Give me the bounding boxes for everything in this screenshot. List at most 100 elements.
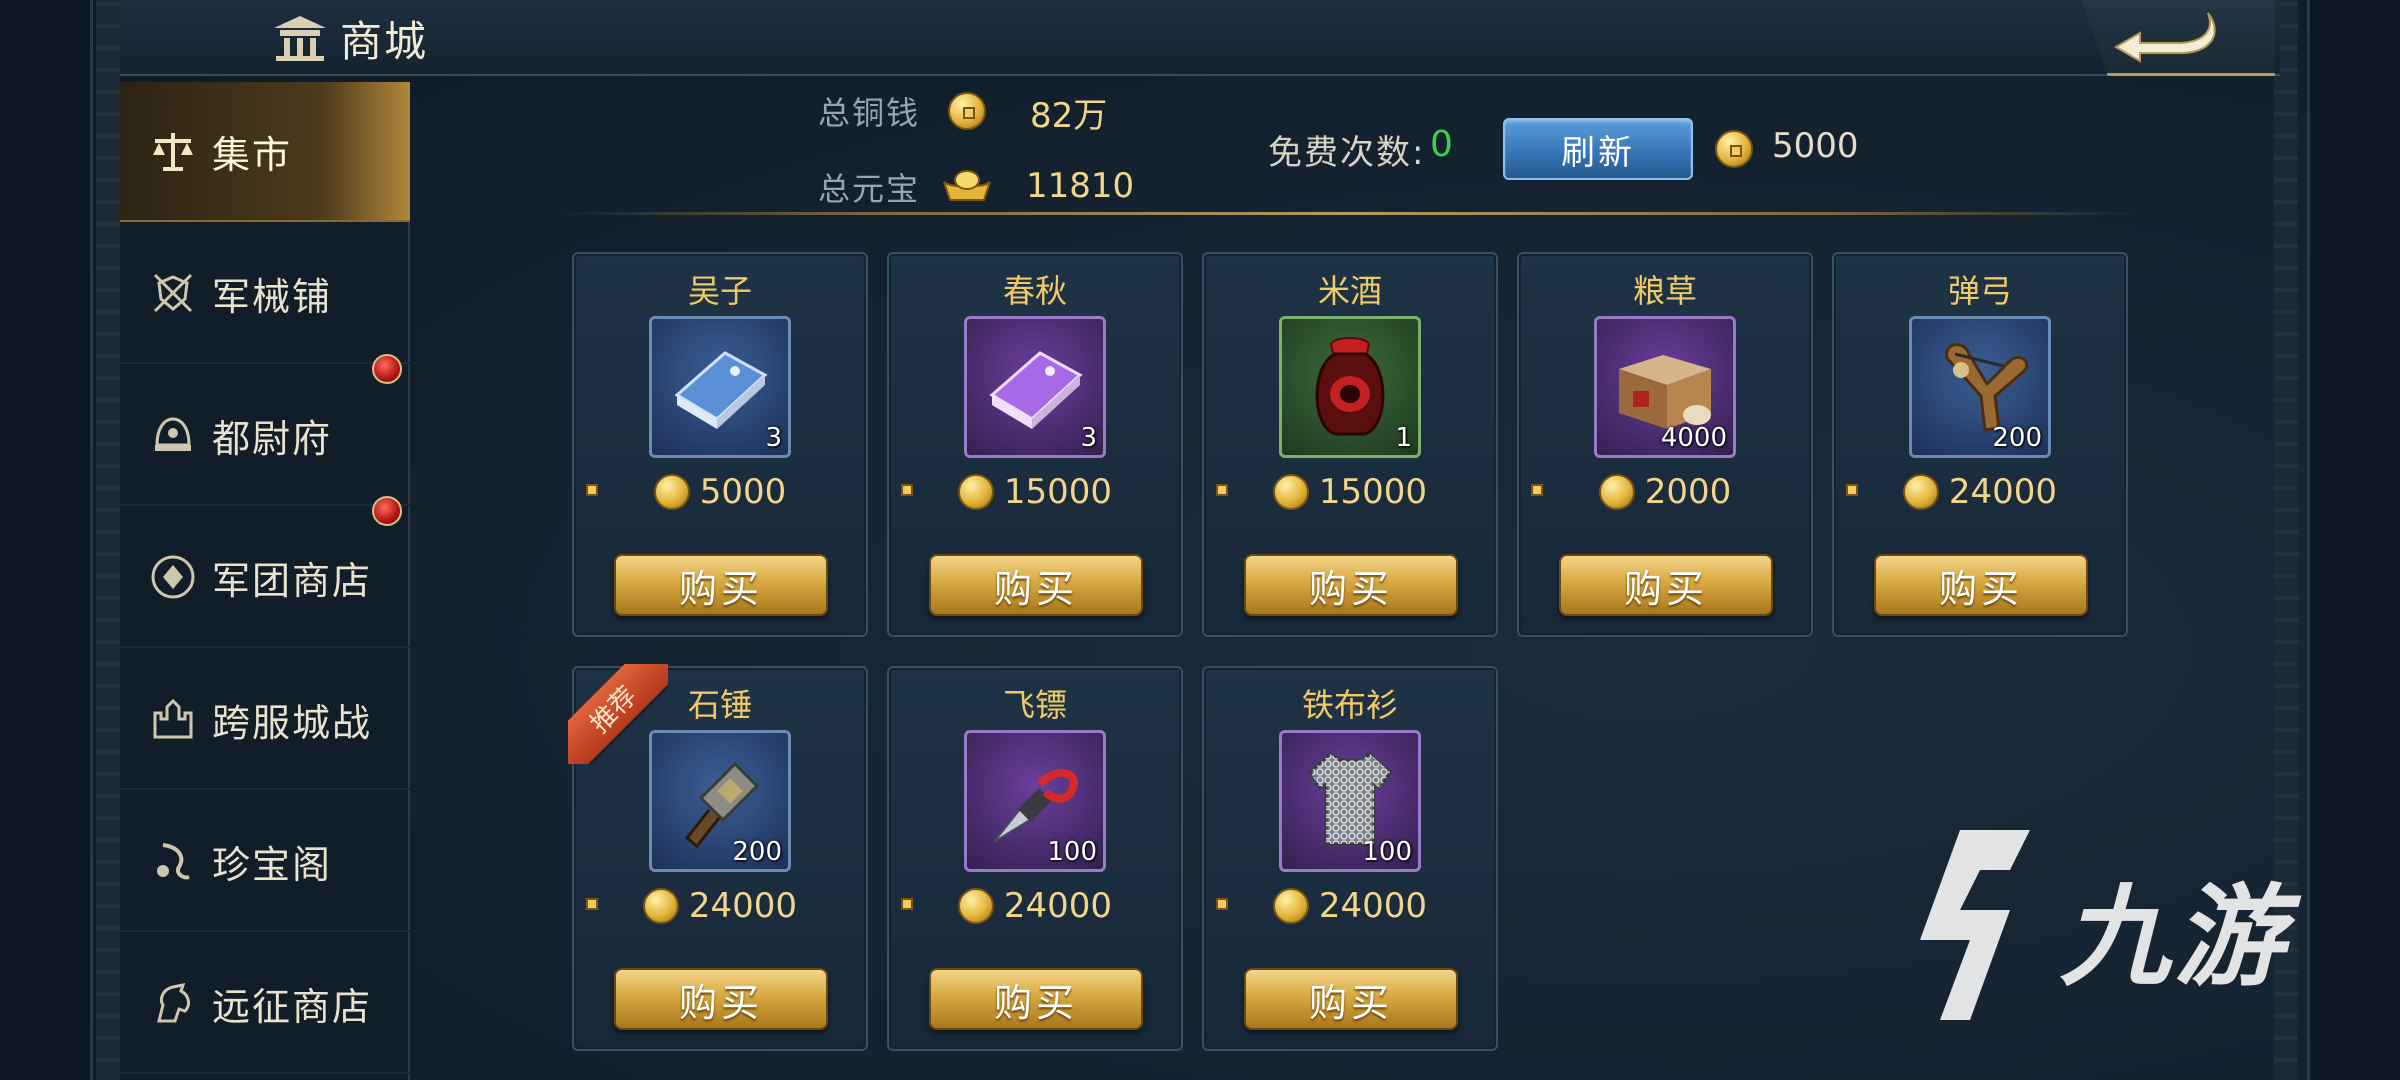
buy-button[interactable]: 购买 bbox=[1874, 554, 2088, 616]
shop-item-card: 米酒 1 15000 购买 bbox=[1202, 252, 1498, 637]
notification-badge bbox=[372, 496, 402, 526]
price-value: 2000 bbox=[1644, 472, 1732, 512]
sidebar-item-armory[interactable]: 军械铺 bbox=[120, 224, 410, 364]
copper-coin-icon bbox=[948, 92, 986, 130]
yuanbao-label: 总元宝 bbox=[818, 170, 921, 208]
sidebar-item-legion-shop[interactable]: 军团商店 bbox=[120, 496, 410, 648]
copper-coin-icon bbox=[653, 474, 690, 510]
item-price: 24000 bbox=[574, 886, 866, 926]
item-slot[interactable]: 3 bbox=[964, 316, 1106, 458]
sidebar-item-treasure-pavilion[interactable]: 珍宝阁 bbox=[120, 792, 410, 932]
item-name: 石锤 bbox=[687, 686, 752, 724]
copper-label: 总铜钱 bbox=[818, 94, 921, 132]
horse-icon bbox=[148, 978, 198, 1028]
yuanbao-value: 11810 bbox=[1026, 166, 1135, 206]
copper-value: 82万 bbox=[1030, 96, 1108, 136]
item-name: 米酒 bbox=[1317, 272, 1382, 310]
sidebar-item-label: 都尉府 bbox=[212, 416, 333, 461]
item-price: 15000 bbox=[1204, 472, 1496, 512]
sidebar-item-label: 军械铺 bbox=[212, 274, 333, 319]
buy-button[interactable]: 购买 bbox=[614, 968, 828, 1030]
sidebar-item-label: 集市 bbox=[212, 132, 293, 177]
notification-badge bbox=[372, 354, 402, 384]
price-value: 24000 bbox=[1003, 886, 1113, 926]
item-price: 15000 bbox=[889, 472, 1181, 512]
helmet-icon bbox=[148, 410, 198, 460]
sidebar-item-cross-server-war[interactable]: 跨服城战 bbox=[120, 650, 410, 790]
item-price: 24000 bbox=[1834, 472, 2126, 512]
wine-jar-icon bbox=[1305, 330, 1395, 444]
scales-icon bbox=[148, 126, 198, 176]
free-refresh-label: 免费次数: bbox=[1268, 133, 1426, 173]
item-slot[interactable]: 4000 bbox=[1594, 316, 1736, 458]
sidebar-item-label: 军团商店 bbox=[212, 558, 373, 603]
price-value: 15000 bbox=[1318, 472, 1428, 512]
sidebar-item-label: 跨服城战 bbox=[212, 700, 373, 745]
copper-coin-icon bbox=[957, 474, 994, 510]
refresh-button[interactable]: 刷新 bbox=[1503, 118, 1693, 180]
item-price: 24000 bbox=[889, 886, 1181, 926]
watermark-text: 九游 bbox=[2060, 873, 2288, 1001]
item-quantity: 1 bbox=[1395, 423, 1412, 453]
shield-swords-icon bbox=[148, 268, 198, 318]
item-slot[interactable]: 100 bbox=[964, 730, 1106, 872]
shop-item-card: 推荐 石锤 200 24000 购买 bbox=[568, 664, 868, 1051]
shop-item-card: 春秋 3 15000 购买 bbox=[887, 252, 1183, 637]
item-name: 春秋 bbox=[1002, 272, 1067, 310]
buy-button[interactable]: 购买 bbox=[1244, 968, 1458, 1030]
buy-button[interactable]: 购买 bbox=[614, 554, 828, 616]
item-price: 24000 bbox=[1204, 886, 1496, 926]
copper-coin-icon bbox=[1598, 474, 1635, 510]
item-name: 弹弓 bbox=[1947, 272, 2012, 310]
buy-button[interactable]: 购买 bbox=[1244, 554, 1458, 616]
item-name: 吴子 bbox=[687, 272, 752, 310]
copper-coin-icon bbox=[1272, 888, 1309, 924]
sidebar-item-market[interactable]: 集市 bbox=[120, 82, 410, 222]
item-name: 飞镖 bbox=[1002, 686, 1067, 724]
shop-item-card: 吴子 3 5000 购买 bbox=[572, 252, 868, 637]
item-slot[interactable]: 1 bbox=[1279, 316, 1421, 458]
item-quantity: 100 bbox=[1047, 837, 1097, 867]
sidebar-item-duwei[interactable]: 都尉府 bbox=[120, 354, 410, 506]
header-title: 商城 bbox=[270, 8, 428, 69]
item-quantity: 200 bbox=[1992, 423, 2042, 453]
buy-button[interactable]: 购买 bbox=[929, 968, 1143, 1030]
treasure-icon bbox=[148, 836, 198, 886]
shop-item-card: 弹弓 200 24000 购买 bbox=[1832, 252, 2128, 637]
sidebar-item-expedition-shop[interactable]: 远征商店 bbox=[120, 934, 410, 1074]
header-divider bbox=[560, 212, 2140, 215]
buy-button[interactable]: 购买 bbox=[1559, 554, 1773, 616]
buy-button[interactable]: 购买 bbox=[929, 554, 1143, 616]
item-quantity: 200 bbox=[732, 837, 782, 867]
header-bar: 商城 bbox=[120, 0, 2280, 76]
free-refresh-count: 0 bbox=[1430, 124, 1453, 165]
refresh-cost: 5000 bbox=[1772, 126, 1859, 166]
price-value: 5000 bbox=[699, 472, 787, 512]
shop-item-card: 飞镖 100 24000 购买 bbox=[887, 666, 1183, 1051]
item-price: 5000 bbox=[574, 472, 866, 512]
copper-coin-icon bbox=[1715, 130, 1753, 168]
shop-item-card: 铁布衫 100 24000 购买 bbox=[1202, 666, 1498, 1051]
item-quantity: 3 bbox=[765, 423, 782, 453]
item-slot[interactable]: 100 bbox=[1279, 730, 1421, 872]
item-slot[interactable]: 200 bbox=[649, 730, 791, 872]
left-border-ornament bbox=[96, 0, 120, 1080]
page-title: 商城 bbox=[340, 17, 429, 66]
item-slot[interactable]: 200 bbox=[1909, 316, 2051, 458]
sidebar-item-label: 远征商店 bbox=[212, 984, 373, 1029]
castle-icon bbox=[148, 694, 198, 744]
item-quantity: 4000 bbox=[1660, 423, 1727, 453]
copper-coin-icon bbox=[957, 888, 994, 924]
copper-coin-icon bbox=[1902, 474, 1939, 510]
shop-item-card: 粮草 4000 2000 购买 bbox=[1517, 252, 1813, 637]
sidebar-item-label: 珍宝阁 bbox=[212, 842, 333, 887]
price-value: 24000 bbox=[1318, 886, 1428, 926]
nine-game-logo-icon bbox=[1900, 820, 2050, 1034]
item-slot[interactable]: 3 bbox=[649, 316, 791, 458]
price-value: 24000 bbox=[688, 886, 798, 926]
item-quantity: 3 bbox=[1080, 423, 1097, 453]
back-arrow-icon bbox=[2110, 7, 2220, 67]
purple-book-icon bbox=[980, 335, 1090, 439]
watermark: 九游 bbox=[1900, 820, 2288, 1034]
item-price: 2000 bbox=[1519, 472, 1811, 512]
